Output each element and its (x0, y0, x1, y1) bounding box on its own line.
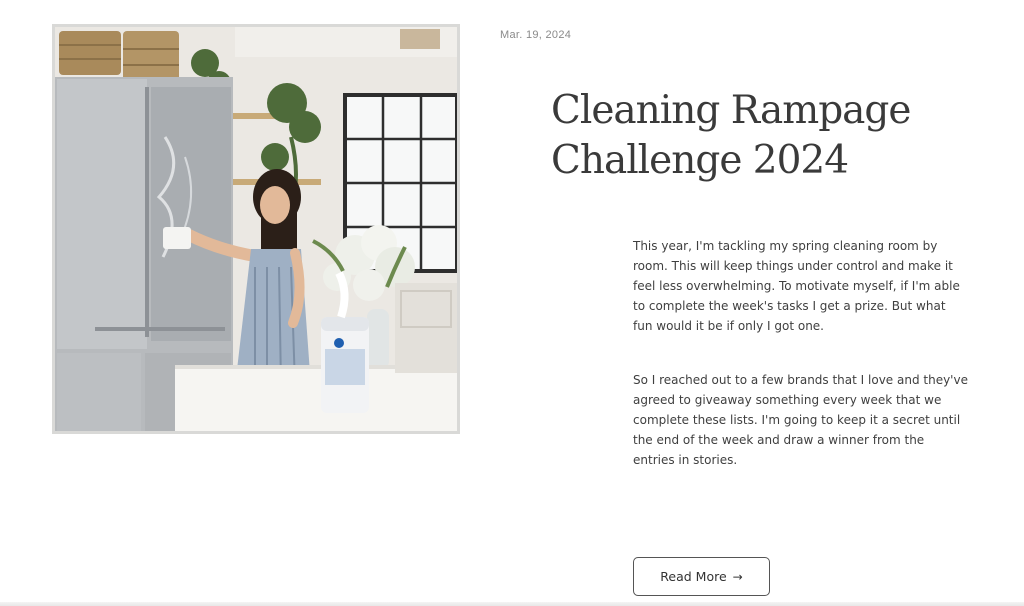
post-title-line-1: Cleaning Rampage (551, 88, 911, 133)
post-excerpt: This year, I'm tackling my spring cleani… (633, 236, 968, 470)
arrow-right-icon: → (732, 569, 743, 584)
post-paragraph: So I reached out to a few brands that I … (633, 373, 968, 467)
post-paragraph: This year, I'm tackling my spring cleani… (633, 239, 960, 333)
cleaning-cloth (163, 227, 191, 249)
kitchen-photo (55, 27, 457, 431)
post-image[interactable] (52, 24, 460, 434)
baskets (59, 31, 179, 81)
post-title-line-2: Challenge 2024 (551, 138, 849, 183)
read-more-label: Read More (660, 569, 727, 584)
post-title[interactable]: Cleaning Rampage Challenge 2024 (551, 86, 971, 186)
post-date: Mar. 19, 2024 (500, 29, 572, 41)
page-bottom-divider (0, 602, 1024, 606)
read-more-button[interactable]: Read More → (633, 557, 770, 596)
counter (175, 367, 457, 431)
ceiling-beam (400, 29, 440, 49)
